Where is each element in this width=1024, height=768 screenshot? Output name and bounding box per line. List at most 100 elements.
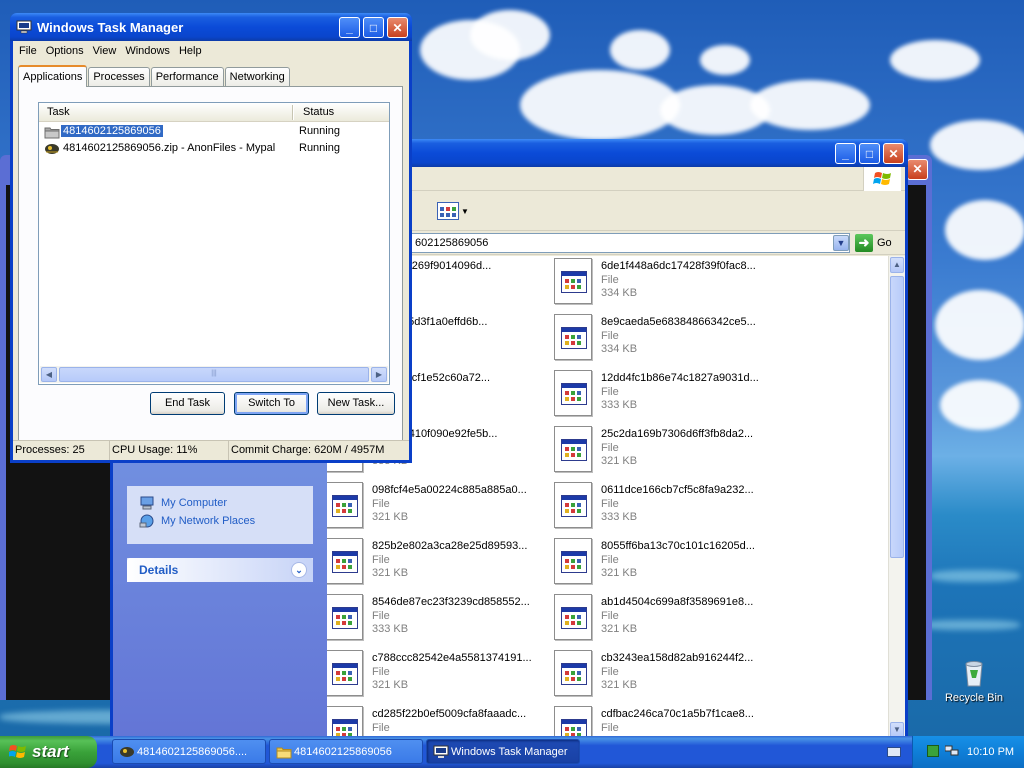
end-task-button[interactable]: End Task [150,392,225,415]
clock[interactable]: 10:10 PM [967,746,1014,758]
folder-icon [276,744,292,760]
file-type: File [601,666,619,678]
switch-to-button[interactable]: Switch To [234,392,309,415]
task-row[interactable]: 4814602125869056 Running [41,124,381,140]
my-network-places-link[interactable]: My Network Places [127,512,313,530]
file-name: cb3243ea158d82ab916244f2... [601,652,754,664]
file-item[interactable]: 25c2da169b7306d6ff3fb8da2... File 321 KB [554,424,764,476]
file-name: 8546de87ec23f3239cd858552... [372,596,530,608]
commit-charge: Commit Charge: 620M / 4957M [231,444,385,456]
scroll-right-icon[interactable]: ▶ [371,367,387,382]
taskbar-task-folder[interactable]: 4814602125869056 [269,739,423,764]
address-dropdown-button[interactable]: ▼ [833,235,849,251]
mypal-icon [44,142,60,156]
file-icon [327,650,363,696]
tray-green-icon[interactable] [927,745,939,757]
task-manager-maximize-button[interactable]: □ [363,17,384,38]
go-button[interactable]: ➜ Go [855,234,892,252]
file-icon [327,538,363,584]
file-type: File [601,554,619,566]
file-icon [554,314,592,360]
explorer-minimize-button[interactable]: _ [835,143,856,164]
file-item[interactable]: ab1d4504c699a8f3589691e8... File 321 KB [554,592,764,644]
start-label: start [32,742,69,761]
new-task-button[interactable]: New Task... [317,392,395,415]
explorer-maximize-button[interactable]: □ [859,143,880,164]
file-item[interactable]: cd285f22b0ef5009cfa8faaadc... File [327,704,535,739]
file-item[interactable]: 8546de87ec23f3239cd858552... File 333 KB [327,592,535,644]
file-item[interactable]: 0611dce166cb7cf5c8fa9a232... File 333 KB [554,480,764,532]
tab-performance[interactable]: Performance [150,67,224,87]
file-item[interactable]: 825b2e802a3ca28e25d89593... File 321 KB [327,536,535,588]
file-name: 8e9caeda5e68384866342ce5... [601,316,756,328]
file-item[interactable]: 8e9caeda5e68384866342ce5... File 334 KB [554,312,764,364]
my-network-places-label: My Network Places [161,515,256,527]
file-name: ab1d4504c699a8f3589691e8... [601,596,754,608]
file-item[interactable]: cdfbac246ca70c1a5b7f1cae8... File [554,704,764,739]
file-type: File [601,330,619,342]
task-manager-body: File Options View Windows Help Applicati… [13,41,409,460]
file-size: 321 KB [601,623,638,635]
task-list-hscrollbar[interactable]: ◀ ||| ▶ [40,366,388,383]
background-window-close-button[interactable]: ✕ [907,159,928,180]
file-type: File [601,722,619,734]
details-header[interactable]: Details ⌄ [127,558,313,582]
task-manager-menubar: File Options View Windows Help [13,41,409,60]
task-manager-statusbar: Processes: 25 CPU Usage: 11% Commit Char… [13,440,409,460]
menu-view[interactable]: View [90,45,123,57]
explorer-close-button[interactable]: ✕ [883,143,904,164]
tab-processes[interactable]: Processes [88,67,150,87]
views-icon [437,202,459,220]
file-item[interactable]: 098fcf4e5a00224c885a885a0... File 321 KB [327,480,535,532]
taskbar-task-mypal[interactable]: 4814602125869056.... [112,739,266,764]
task-list[interactable]: Task Status 4814602125869056 Running 481… [38,102,390,385]
task-manager-close-button[interactable]: ✕ [387,17,408,38]
mypal-icon [119,744,135,760]
recycle-bin-desktop-icon[interactable]: Recycle Bin [939,656,1009,704]
details-label: Details [139,563,179,577]
file-item[interactable]: 12dd4fc1b86e74c1827a9031d... File 333 KB [554,368,764,420]
file-item[interactable]: 6de1f448a6dc17428f39f0fac8... File 334 KB [554,256,764,308]
task-manager-minimize-button[interactable]: _ [339,17,360,38]
column-task[interactable]: Task [47,106,70,118]
file-item[interactable]: cb3243ea158d82ab916244f2... File 321 KB [554,648,764,700]
file-name: 8055ff6ba13c70c101c16205d... [601,540,755,552]
taskbar-task-taskmanager[interactable]: Windows Task Manager [426,739,580,764]
file-size: 333 KB [601,399,638,411]
windows-flag-icon [8,743,27,761]
file-size: 321 KB [601,679,638,691]
tab-applications[interactable]: Applications [18,65,88,87]
scroll-thumb[interactable] [890,276,904,558]
go-label: Go [877,237,892,249]
column-status[interactable]: Status [303,106,334,118]
menu-options[interactable]: Options [43,45,90,57]
task-manager-titlebar[interactable]: Windows Task Manager _ □ ✕ [10,13,412,41]
task-manager-tabs: Applications Processes Performance Netwo… [18,65,291,87]
file-item[interactable]: 8055ff6ba13c70c101c16205d... File 321 KB [554,536,764,588]
hscroll-thumb[interactable]: ||| [59,367,369,382]
task-row[interactable]: 4814602125869056.zip - AnonFiles - Mypal… [41,141,381,157]
file-icon [554,370,592,416]
task-manager-title: Windows Task Manager [37,19,184,35]
tab-networking[interactable]: Networking [224,67,290,87]
menu-help[interactable]: Help [176,45,208,57]
file-size: 334 KB [601,287,638,299]
file-view-scrollbar[interactable]: ▲ ▼ [888,256,905,739]
keyboard-icon[interactable] [887,747,901,757]
menu-windows[interactable]: Windows [122,45,176,57]
file-type: File [372,554,390,566]
file-type: File [601,386,619,398]
start-button[interactable]: start [0,736,97,768]
taskbar: start 4814602125869056.... 4814602125869… [0,736,1024,768]
views-dropdown-icon: ▼ [461,206,469,216]
views-button[interactable]: ▼ [437,200,471,222]
file-item[interactable]: c788ccc82542e4a5581374191... File 321 KB [327,648,535,700]
network-icon[interactable] [944,745,959,757]
scroll-up-icon[interactable]: ▲ [890,257,904,273]
my-computer-link[interactable]: My Computer [127,494,313,512]
address-input[interactable]: 602125869056 [410,233,850,253]
menu-file[interactable]: File [16,45,43,57]
task-manager-window[interactable]: Windows Task Manager _ □ ✕ File Options … [10,13,412,463]
task-list-header: Task Status [39,103,389,122]
scroll-left-icon[interactable]: ◀ [41,367,57,382]
